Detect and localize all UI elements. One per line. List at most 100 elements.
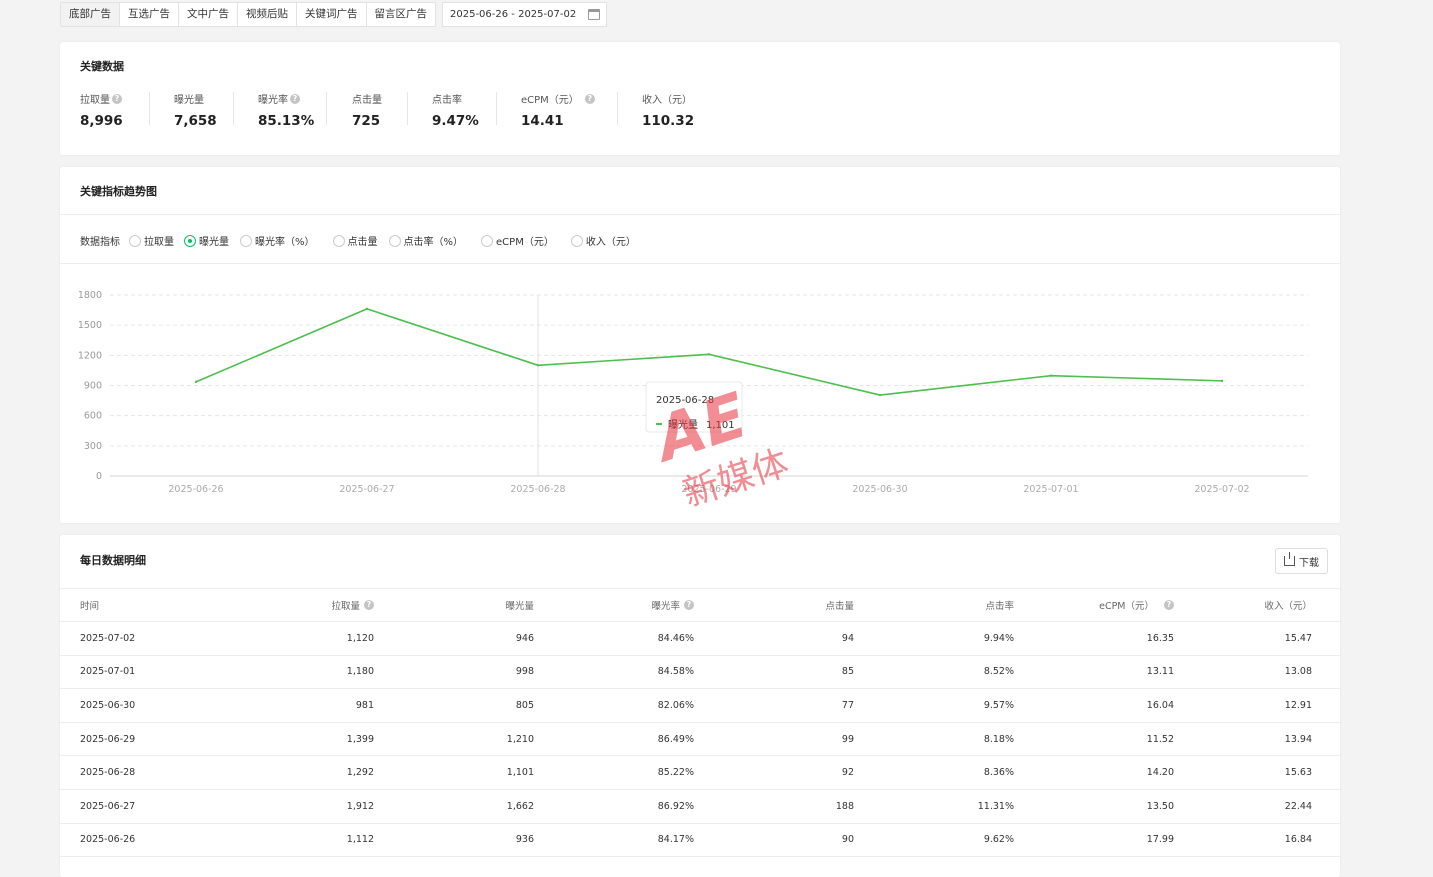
table-cell: 1,210 — [374, 722, 534, 757]
radio-clicks[interactable]: 点击量 — [332, 233, 378, 248]
help-icon[interactable]: ? — [364, 600, 374, 610]
radio-circle-icon — [570, 234, 583, 247]
col-label: 曝光率 — [651, 601, 680, 612]
x-tick-label: 2025-06-26 — [168, 484, 223, 495]
radio-label: eCPM（元） — [496, 237, 554, 248]
col-date: 时间 — [60, 588, 240, 622]
table-cell: 13.50 — [1014, 789, 1174, 824]
metric-pull: 拉取量? 8,996 — [80, 91, 174, 129]
help-icon[interactable]: ? — [584, 93, 595, 104]
table-row: 2025-06-28 1,292 1,101 85.22% 92 8.36% 14.20 15… — [60, 755, 1340, 790]
radio-label: 收入（元） — [585, 237, 636, 248]
tooltip-series: 曝光量 — [668, 418, 698, 431]
download-button[interactable]: 下载 — [1275, 548, 1328, 574]
x-tick-label: 2025-06-29 — [681, 484, 736, 495]
divider — [407, 92, 408, 125]
table-cell: 2025-06-28 — [60, 755, 240, 790]
help-icon[interactable]: ? — [684, 600, 694, 610]
indicator-label: 数据指标 — [80, 237, 120, 248]
trend-title: 关键指标趋势图 — [80, 185, 157, 198]
tab-comment-area-ad[interactable]: 留言区广告 — [367, 3, 436, 26]
table-cell: 9.57% — [854, 688, 1014, 723]
metric-label: eCPM（元） — [521, 95, 579, 106]
radio-exposure-rate[interactable]: 曝光率（%） — [240, 233, 315, 248]
daily-detail-card: 每日数据明细 下载 时间 拉取量? 曝光量 曝光率? 点击量 点击率 eCPM（… — [60, 535, 1340, 877]
table-row: 2025-07-01 1,180 998 84.58% 85 8.52% 13.11 13.0… — [60, 655, 1340, 690]
x-tick-label: 2025-06-28 — [510, 484, 565, 495]
table-cell: 1,292 — [240, 755, 374, 790]
radio-pull[interactable]: 拉取量 — [129, 233, 174, 248]
table-cell: 998 — [374, 655, 534, 690]
radio-ecpm[interactable]: eCPM（元） — [481, 233, 554, 248]
radio-circle-icon — [388, 234, 401, 247]
table-cell: 13.08 — [1174, 655, 1340, 690]
tooltip-value: 1,101 — [706, 420, 735, 431]
radio-label: 曝光量 — [199, 237, 229, 248]
metric-value: 8,996 — [80, 113, 123, 129]
radio-circle-icon — [332, 234, 345, 247]
daily-table: 时间 拉取量? 曝光量 曝光率? 点击量 点击率 eCPM（元）? 收入（元） … — [60, 588, 1340, 858]
divider — [149, 92, 150, 125]
table-cell: 15.47 — [1174, 621, 1340, 656]
help-icon[interactable]: ? — [1164, 600, 1174, 610]
table-cell: 8.18% — [854, 722, 1014, 757]
tab-mutual-select-ad[interactable]: 互选广告 — [120, 3, 179, 26]
metric-clicks: 点击量 725 — [352, 91, 432, 129]
y-tick-label: 1200 — [78, 350, 102, 361]
divider — [326, 92, 327, 125]
col-clicks: 点击量 — [694, 588, 854, 622]
download-icon — [1284, 552, 1295, 566]
table-row: 2025-06-29 1,399 1,210 86.49% 99 8.18% 11.52 13… — [60, 722, 1340, 757]
table-cell: 9.62% — [854, 823, 1014, 858]
radio-label: 拉取量 — [144, 237, 174, 248]
table-cell: 90 — [694, 823, 854, 858]
table-cell: 85.22% — [534, 755, 694, 790]
radio-ctr[interactable]: 点击率（%） — [388, 233, 463, 248]
table-cell: 1,101 — [374, 755, 534, 790]
radio-label: 点击量 — [347, 237, 378, 248]
table-cell: 2025-06-26 — [60, 823, 240, 858]
radio-label: 曝光率（%） — [255, 237, 315, 248]
data-point — [1220, 379, 1224, 383]
table-cell: 1,662 — [374, 789, 534, 824]
table-cell: 14.20 — [1014, 755, 1174, 790]
table-cell: 92 — [694, 755, 854, 790]
table-cell: 946 — [374, 621, 534, 656]
table-cell: 77 — [694, 688, 854, 723]
tab-in-article-ad[interactable]: 文中广告 — [179, 3, 238, 26]
radio-checked-icon — [184, 234, 196, 247]
tab-keyword-ad[interactable]: 关键词广告 — [297, 3, 367, 26]
exposure-line-chart[interactable]: 0 300 600 900 1200 1500 1800 2025-06-26 2025-06-… — [60, 264, 1340, 523]
metric-value: 7,658 — [174, 113, 217, 129]
metric-exposure-rate: 曝光率? 85.13% — [258, 91, 352, 129]
help-icon[interactable]: ? — [112, 93, 122, 104]
y-tick-label: 1800 — [78, 290, 102, 301]
table-cell: 9.94% — [854, 621, 1014, 656]
table-cell: 188 — [694, 789, 854, 824]
table-row: 2025-06-26 1,112 936 84.17% 90 9.62% 17.99 16.8… — [60, 823, 1340, 858]
divider — [233, 92, 234, 125]
radio-exposure[interactable]: 曝光量 — [184, 233, 229, 248]
radio-income[interactable]: 收入（元） — [570, 233, 636, 248]
metric-label: 曝光率 — [258, 95, 288, 106]
col-ecpm: eCPM（元）? — [1014, 588, 1174, 622]
table-cell: 1,112 — [240, 823, 374, 858]
table-cell: 16.84 — [1174, 823, 1340, 858]
y-tick-label: 1500 — [78, 320, 102, 331]
table-cell: 8.36% — [854, 755, 1014, 790]
indicator-selector: 数据指标 拉取量 曝光量 曝光率（%） 点击量 点击率（%） eCPM（元） 收… — [80, 233, 636, 248]
data-point — [365, 307, 369, 311]
col-exposure: 曝光量 — [374, 588, 534, 622]
tab-bottom-ad[interactable]: 底部广告 — [61, 3, 120, 26]
key-data-title: 关键数据 — [80, 60, 124, 73]
help-icon[interactable]: ? — [290, 93, 300, 104]
table-header: 时间 拉取量? 曝光量 曝光率? 点击量 点击率 eCPM（元）? 收入（元） — [60, 588, 1340, 622]
date-range-picker[interactable]: 2025-06-26 - 2025-07-02 — [442, 2, 607, 27]
table-cell: 805 — [374, 688, 534, 723]
col-label: 拉取量 — [331, 601, 360, 612]
metric-exposure: 曝光量 7,658 — [174, 91, 258, 129]
metric-value: 9.47% — [432, 113, 479, 129]
divider — [60, 214, 1340, 215]
key-data-card: 关键数据 拉取量? 8,996 曝光量 7,658 曝光率? 85.13% 点击… — [60, 42, 1340, 155]
tab-video-post-roll[interactable]: 视频后贴 — [238, 3, 297, 26]
